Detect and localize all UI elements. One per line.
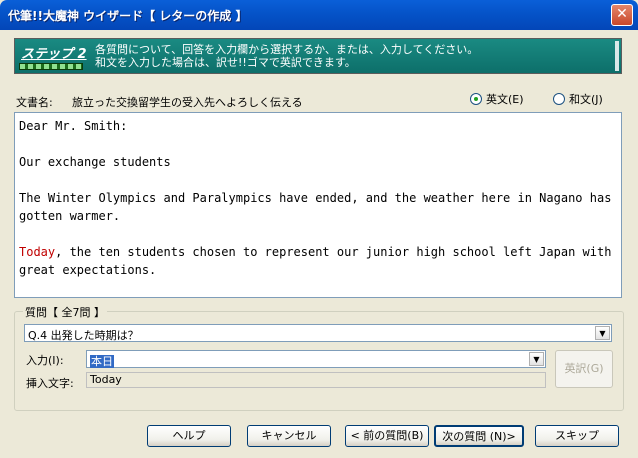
chevron-down-icon[interactable]: ▼ <box>595 326 610 340</box>
letter-editor[interactable]: Dear Mr. Smith: Our exchange students Th… <box>14 112 622 298</box>
letter-subject: Our exchange students <box>19 155 171 169</box>
radio-english-label: 英文(E) <box>486 93 524 106</box>
next-question-button[interactable]: 次の質問 (N)> <box>434 425 524 447</box>
insert-label: 挿入文字: <box>26 377 74 390</box>
radio-japanese-label: 和文(J) <box>569 93 603 106</box>
instruction-line-1: 各質問について、回答を入力欄から選択するか、または、入力してください。 <box>95 43 479 56</box>
step-banner: ステップ 2 各質問について、回答を入力欄から選択するか、または、入力してくださ… <box>14 38 622 74</box>
wizard-window: 代筆!!大魔神 ウイザード【 レターの作成 】 ✕ ステップ 2 各質問について… <box>0 0 638 458</box>
radio-japanese[interactable]: 和文(J) <box>553 91 603 107</box>
question-value: Q.4 出発した時期は？ <box>28 329 139 342</box>
radio-english[interactable]: 英文(E) <box>470 91 524 107</box>
close-button[interactable]: ✕ <box>611 4 633 26</box>
letter-para2: Today, the ten students chosen to repres… <box>19 243 617 261</box>
letter-greeting: Dear Mr. Smith: <box>19 119 128 133</box>
cancel-button[interactable]: キャンセル <box>247 425 331 447</box>
chevron-down-icon[interactable]: ▼ <box>529 352 544 366</box>
skip-button[interactable]: スキップ <box>535 425 619 447</box>
insert-text-field: Today <box>86 372 546 388</box>
letter-para1: The Winter Olympics and Paralympics have… <box>19 191 612 205</box>
answer-value: 本日 <box>90 355 114 368</box>
input-label: 入力(I): <box>26 354 64 367</box>
document-name: 旅立った交換留学生の受入先へよろしく伝える <box>72 96 303 109</box>
title-bar: 代筆!!大魔神 ウイザード【 レターの作成 】 ✕ <box>0 0 638 30</box>
document-name-label: 文書名: <box>16 96 53 109</box>
radio-unselected-icon <box>553 93 565 105</box>
letter-para2-rest: , the ten students chosen to represent o… <box>55 245 612 259</box>
letter-para2-cont: great expectations. <box>19 263 157 277</box>
window-title: 代筆!!大魔神 ウイザード【 レターの作成 】 <box>8 9 248 23</box>
letter-para1-cont: gotten warmer. <box>19 209 121 223</box>
translate-button[interactable]: 英訳(G) <box>555 350 613 388</box>
question-select[interactable]: Q.4 出発した時期は？ ▼ <box>24 324 612 342</box>
banner-edge-icon <box>615 41 619 71</box>
inserted-word: Today <box>19 245 56 259</box>
step-label: ステップ 2 <box>21 47 87 62</box>
radio-selected-icon <box>470 93 482 105</box>
close-icon: ✕ <box>616 6 628 22</box>
step-progress-icon <box>19 63 83 70</box>
question-group-title: 質問【 全7問 】 <box>23 304 107 320</box>
help-button[interactable]: ヘルプ <box>147 425 231 447</box>
instruction-line-2: 和文を入力した場合は、訳せ!!ゴマで英訳できます。 <box>95 56 356 69</box>
prev-question-button[interactable]: < 前の質問(B) <box>345 425 429 447</box>
step-instructions: 各質問について、回答を入力欄から選択するか、または、入力してください。 和文を入… <box>95 43 478 69</box>
answer-input[interactable]: 本日 ▼ <box>86 350 546 368</box>
